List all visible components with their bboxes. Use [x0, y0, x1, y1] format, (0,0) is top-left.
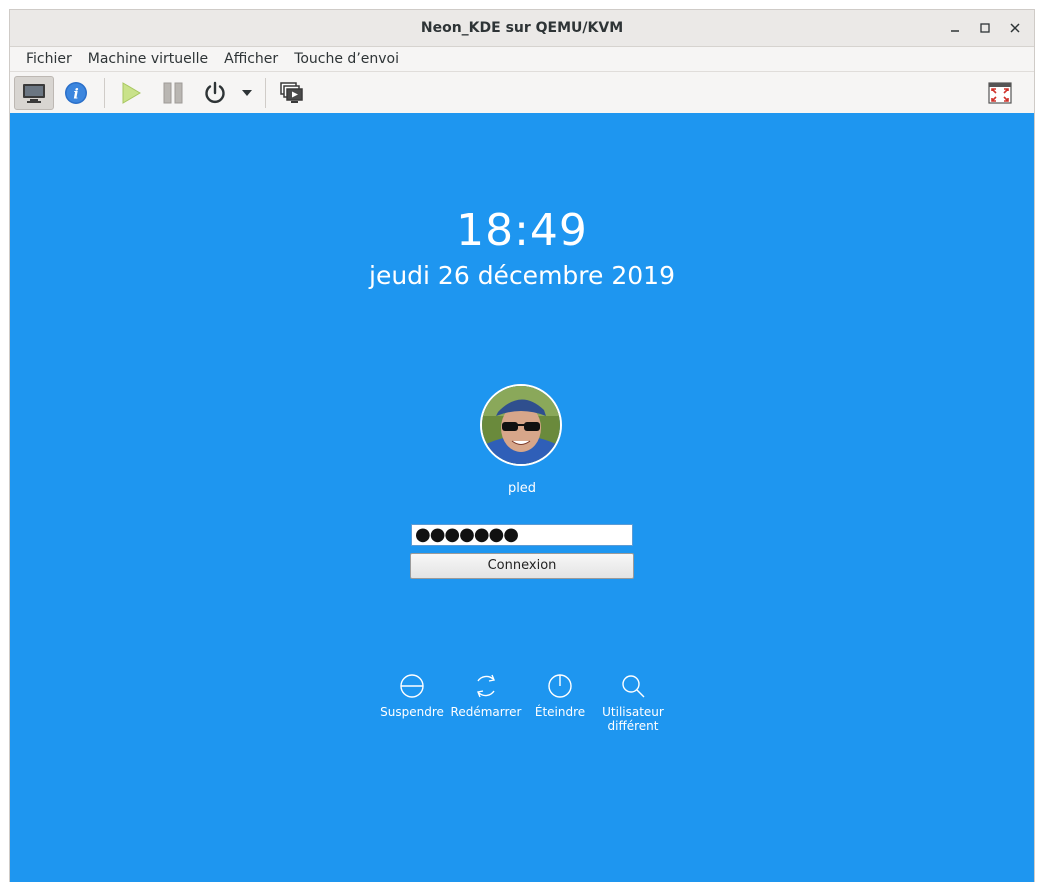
- run-button[interactable]: [111, 76, 151, 110]
- username-label: pled: [507, 481, 537, 496]
- pause-icon: [163, 82, 183, 104]
- vm-window: Neon_KDE sur QEMU/KVM Fichier Machine vi…: [9, 9, 1035, 882]
- menu-machine-virtuelle[interactable]: Machine virtuelle: [80, 51, 216, 67]
- pause-button[interactable]: [153, 76, 193, 110]
- vm-screen[interactable]: 18:49 jeudi 26 décembre 2019 pled ●●●●●●…: [10, 113, 1034, 882]
- snapshots-button[interactable]: [272, 76, 312, 110]
- svg-text:i: i: [73, 87, 78, 103]
- lockscreen-clock: 18:49: [456, 205, 588, 256]
- maximize-icon[interactable]: [972, 15, 998, 41]
- toolbar-separator: [104, 78, 105, 108]
- menu-bar: Fichier Machine virtuelle Afficher Touch…: [10, 47, 1034, 72]
- close-icon[interactable]: [1002, 15, 1028, 41]
- info-icon: i: [65, 82, 87, 104]
- search-user-icon: [622, 675, 645, 698]
- lockscreen-date: jeudi 26 décembre 2019: [369, 261, 675, 290]
- toolbar: i: [10, 72, 1034, 115]
- minimize-icon[interactable]: [942, 15, 968, 41]
- power-icon: [205, 81, 225, 104]
- console-icon: [23, 84, 45, 103]
- window-title: Neon_KDE sur QEMU/KVM: [420, 20, 624, 36]
- shutdown-label: Éteindre: [534, 705, 586, 719]
- switch-user-button[interactable]: Utilisateur différent: [590, 673, 676, 733]
- shutdown-icon: [548, 674, 572, 698]
- console-button[interactable]: [14, 76, 54, 110]
- snapshots-icon: [280, 82, 303, 103]
- dropdown-arrow-icon: [242, 90, 252, 96]
- play-icon: [122, 82, 141, 104]
- login-button[interactable]: Connexion: [410, 553, 634, 579]
- password-field[interactable]: ●●●●●●●: [411, 524, 633, 546]
- shutdown-button[interactable]: [195, 76, 235, 110]
- menu-fichier[interactable]: Fichier: [18, 51, 80, 67]
- toolbar-separator: [265, 78, 266, 108]
- restart-label: Redémarrer: [450, 705, 522, 719]
- menu-touche-envoi[interactable]: Touche d’envoi: [286, 51, 407, 67]
- suspend-icon: [400, 674, 424, 698]
- title-bar[interactable]: Neon_KDE sur QEMU/KVM: [10, 10, 1034, 47]
- details-button[interactable]: i: [56, 76, 96, 110]
- restart-icon: [477, 674, 495, 698]
- window-controls: [942, 10, 1028, 46]
- fullscreen-icon: [988, 82, 1012, 104]
- avatar[interactable]: [480, 384, 562, 466]
- menu-afficher[interactable]: Afficher: [216, 51, 286, 67]
- suspend-label: Suspendre: [380, 705, 444, 719]
- fullscreen-button[interactable]: [980, 76, 1020, 110]
- switch-user-label: Utilisateur différent: [602, 705, 664, 733]
- shutdown-menu-button[interactable]: [237, 76, 257, 110]
- session-actions: Suspendre Redémarrer Éteindre Utilisateu…: [10, 673, 1034, 753]
